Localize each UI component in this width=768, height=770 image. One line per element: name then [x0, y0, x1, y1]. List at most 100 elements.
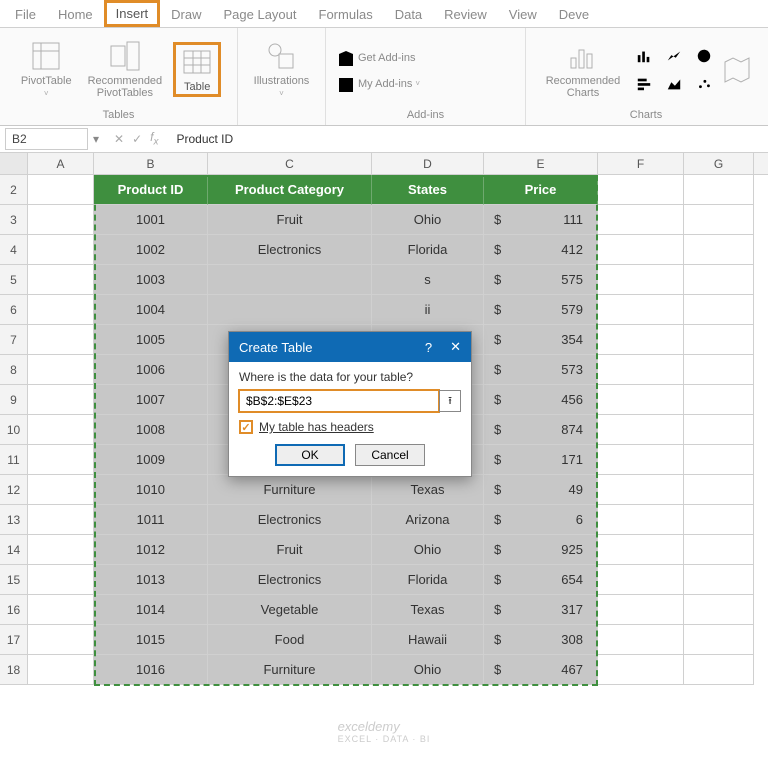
cell-product-id[interactable]: 1005: [94, 325, 208, 355]
table-button[interactable]: Table: [173, 42, 221, 97]
row-header[interactable]: 3: [0, 205, 28, 235]
cell[interactable]: [598, 205, 684, 235]
cell[interactable]: [598, 265, 684, 295]
cell[interactable]: [684, 235, 754, 265]
cell[interactable]: [28, 265, 94, 295]
cell[interactable]: [684, 385, 754, 415]
cell-category[interactable]: Furniture: [208, 475, 372, 505]
cell-product-id[interactable]: 1010: [94, 475, 208, 505]
my-addins-button[interactable]: My Add-ins ˅: [332, 73, 425, 97]
cell-state[interactable]: Florida: [372, 235, 484, 265]
tab-data[interactable]: Data: [384, 2, 433, 27]
row-header[interactable]: 13: [0, 505, 28, 535]
chart-bar-button[interactable]: [631, 72, 657, 96]
cell-product-id[interactable]: 1008: [94, 415, 208, 445]
cell-category[interactable]: Product Category: [208, 175, 372, 205]
col-header-f[interactable]: F: [598, 153, 684, 174]
cell-state[interactable]: Ohio: [372, 205, 484, 235]
cell-state[interactable]: Florida: [372, 565, 484, 595]
tab-developer[interactable]: Deve: [548, 2, 600, 27]
cell-product-id[interactable]: 1003: [94, 265, 208, 295]
cell-price[interactable]: Price: [484, 175, 598, 205]
row-header[interactable]: 10: [0, 415, 28, 445]
cell-product-id[interactable]: 1012: [94, 535, 208, 565]
cell[interactable]: [28, 385, 94, 415]
chart-pie-button[interactable]: [691, 44, 717, 68]
cell[interactable]: [598, 625, 684, 655]
row-header[interactable]: 8: [0, 355, 28, 385]
cell[interactable]: [598, 505, 684, 535]
cell-price[interactable]: $6: [484, 505, 598, 535]
cell-state[interactable]: Texas: [372, 595, 484, 625]
cell-category[interactable]: Fruit: [208, 205, 372, 235]
cell-price[interactable]: $579: [484, 295, 598, 325]
cell[interactable]: [684, 445, 754, 475]
cell[interactable]: [28, 325, 94, 355]
col-header-c[interactable]: C: [208, 153, 372, 174]
cell-price[interactable]: $456: [484, 385, 598, 415]
cell[interactable]: [28, 475, 94, 505]
col-header-e[interactable]: E: [484, 153, 598, 174]
cell[interactable]: [684, 325, 754, 355]
cell[interactable]: [598, 535, 684, 565]
cell-product-id[interactable]: 1002: [94, 235, 208, 265]
cell-price[interactable]: $925: [484, 535, 598, 565]
cancel-button[interactable]: Cancel: [355, 444, 425, 466]
row-header[interactable]: 7: [0, 325, 28, 355]
cell[interactable]: [598, 565, 684, 595]
cell-state[interactable]: ii: [372, 295, 484, 325]
cell-state[interactable]: States: [372, 175, 484, 205]
cell-category[interactable]: [208, 295, 372, 325]
cell-price[interactable]: $654: [484, 565, 598, 595]
cell[interactable]: [28, 175, 94, 205]
tab-formulas[interactable]: Formulas: [308, 2, 384, 27]
cell[interactable]: [684, 355, 754, 385]
chart-column-button[interactable]: [631, 44, 657, 68]
tab-home[interactable]: Home: [47, 2, 104, 27]
cell-product-id[interactable]: 1004: [94, 295, 208, 325]
cell-product-id[interactable]: 1015: [94, 625, 208, 655]
row-header[interactable]: 14: [0, 535, 28, 565]
cell[interactable]: [684, 625, 754, 655]
name-box[interactable]: B2: [5, 128, 88, 150]
cell[interactable]: [598, 325, 684, 355]
cell[interactable]: [684, 595, 754, 625]
maps-button[interactable]: [723, 51, 751, 89]
cell-state[interactable]: Hawaii: [372, 625, 484, 655]
chart-scatter-button[interactable]: [691, 72, 717, 96]
name-box-dropdown[interactable]: ▾: [88, 128, 104, 150]
cell-product-id[interactable]: Product ID: [94, 175, 208, 205]
illustrations-button[interactable]: Illustrations˅: [249, 37, 315, 102]
cell-product-id[interactable]: 1011: [94, 505, 208, 535]
formula-input[interactable]: Product ID: [168, 132, 768, 146]
cell-category[interactable]: Electronics: [208, 235, 372, 265]
row-header[interactable]: 6: [0, 295, 28, 325]
row-header[interactable]: 2: [0, 175, 28, 205]
cell-product-id[interactable]: 1006: [94, 355, 208, 385]
col-header-b[interactable]: B: [94, 153, 208, 174]
cell[interactable]: [28, 415, 94, 445]
cell-price[interactable]: $171: [484, 445, 598, 475]
cell-price[interactable]: $573: [484, 355, 598, 385]
cell-price[interactable]: $111: [484, 205, 598, 235]
cell[interactable]: [598, 385, 684, 415]
cell-category[interactable]: Food: [208, 625, 372, 655]
fx-icon[interactable]: fx: [150, 130, 158, 147]
get-addins-button[interactable]: Get Add-ins: [332, 47, 420, 71]
cell[interactable]: [598, 475, 684, 505]
help-icon[interactable]: ?: [425, 340, 432, 355]
row-header[interactable]: 18: [0, 655, 28, 685]
cell-category[interactable]: Electronics: [208, 565, 372, 595]
row-header[interactable]: 4: [0, 235, 28, 265]
cell-product-id[interactable]: 1013: [94, 565, 208, 595]
dialog-titlebar[interactable]: Create Table ? ✕: [229, 332, 471, 362]
cell-state[interactable]: Ohio: [372, 655, 484, 685]
cell[interactable]: [684, 565, 754, 595]
headers-checkbox[interactable]: ✓: [239, 420, 253, 434]
cell-product-id[interactable]: 1001: [94, 205, 208, 235]
cell[interactable]: [598, 415, 684, 445]
cell[interactable]: [684, 535, 754, 565]
row-header[interactable]: 5: [0, 265, 28, 295]
cell[interactable]: [684, 175, 754, 205]
cell[interactable]: [684, 655, 754, 685]
